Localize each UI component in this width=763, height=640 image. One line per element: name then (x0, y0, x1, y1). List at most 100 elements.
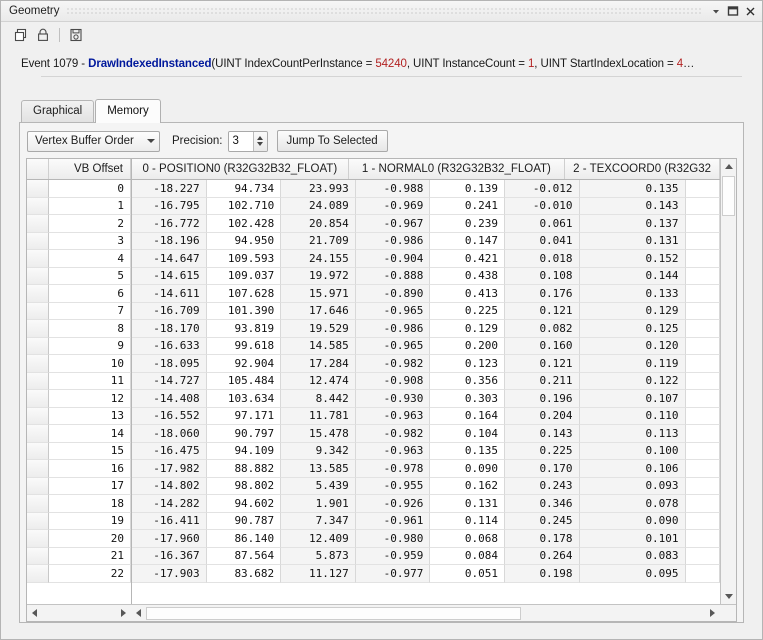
position0-cell-0[interactable]: -16.552 (132, 408, 207, 426)
vb-offset-cell[interactable]: 11 (49, 373, 131, 391)
normal0-cell-2[interactable]: 0.108 (505, 268, 580, 286)
position0-cell-0[interactable]: -17.903 (132, 565, 207, 583)
horizontal-scroll-track[interactable] (146, 606, 705, 621)
texcoord0-cell-0[interactable]: 0.093 (580, 478, 686, 496)
table-row[interactable]: -14.727105.48412.474-0.9080.3560.2110.12… (132, 373, 720, 391)
row-selector-cell[interactable] (27, 513, 49, 531)
table-row[interactable]: -14.28294.6021.901-0.9260.1310.3460.078 (132, 495, 720, 513)
position0-cell-1[interactable]: 105.484 (207, 373, 282, 391)
texcoord0-cell-0[interactable]: 0.131 (580, 233, 686, 251)
position0-cell-2[interactable]: 15.478 (281, 425, 356, 443)
texcoord0-cell-0[interactable]: 0.110 (580, 408, 686, 426)
position0-cell-0[interactable]: -16.795 (132, 198, 207, 216)
position0-cell-2[interactable]: 9.342 (281, 443, 356, 461)
table-row[interactable]: 4 (27, 250, 131, 268)
spin-up-icon[interactable] (257, 136, 263, 140)
normal0-cell-2[interactable]: 0.245 (505, 513, 580, 531)
vb-offset-cell[interactable]: 6 (49, 285, 131, 303)
table-row[interactable]: -16.36787.5645.873-0.9590.0840.2640.083 (132, 548, 720, 566)
normal0-cell-1[interactable]: 0.131 (430, 495, 505, 513)
vb-offset-cell[interactable]: 21 (49, 548, 131, 566)
jump-to-selected-button[interactable]: Jump To Selected (277, 130, 388, 152)
vertical-scroll-thumb[interactable] (722, 176, 735, 216)
position0-cell-0[interactable]: -17.982 (132, 460, 207, 478)
texcoord0-cell-0[interactable]: 0.133 (580, 285, 686, 303)
normal0-cell-2[interactable]: 0.211 (505, 373, 580, 391)
normal0-cell-1[interactable]: 0.139 (430, 180, 505, 198)
spin-down-icon[interactable] (257, 142, 263, 146)
table-row[interactable]: -16.41190.7877.347-0.9610.1140.2450.090 (132, 513, 720, 531)
position0-cell-0[interactable]: -14.282 (132, 495, 207, 513)
normal0-cell-1[interactable]: 0.051 (430, 565, 505, 583)
table-row[interactable]: 15 (27, 443, 131, 461)
position0-cell-1[interactable]: 94.950 (207, 233, 282, 251)
duplicate-icon[interactable] (10, 24, 32, 46)
normal0-cell-0[interactable]: -0.888 (356, 268, 431, 286)
table-row[interactable]: -18.06090.79715.478-0.9820.1040.1430.113 (132, 425, 720, 443)
texcoord0-cell-0[interactable]: 0.107 (580, 390, 686, 408)
table-row[interactable]: 1 (27, 198, 131, 216)
precision-stepper[interactable]: 3 (228, 131, 268, 152)
normal0-cell-0[interactable]: -0.965 (356, 338, 431, 356)
vb-offset-cell[interactable]: 7 (49, 303, 131, 321)
vb-offset-cell[interactable]: 1 (49, 198, 131, 216)
table-row[interactable]: -18.22794.73423.993-0.9880.139-0.0120.13… (132, 180, 720, 198)
position0-cell-1[interactable]: 83.682 (207, 565, 282, 583)
row-selector-cell[interactable] (27, 250, 49, 268)
table-row[interactable]: -14.647109.59324.155-0.9040.4210.0180.15… (132, 250, 720, 268)
save-icon[interactable] (65, 24, 87, 46)
normal0-cell-0[interactable]: -0.967 (356, 215, 431, 233)
vb-offset-cell[interactable]: 2 (49, 215, 131, 233)
vb-offset-cell[interactable]: 10 (49, 355, 131, 373)
position0-cell-2[interactable]: 1.901 (281, 495, 356, 513)
position0-cell-0[interactable]: -16.475 (132, 443, 207, 461)
normal0-cell-2[interactable]: 0.264 (505, 548, 580, 566)
texcoord0-cell-0[interactable]: 0.106 (580, 460, 686, 478)
normal0-cell-2[interactable]: 0.170 (505, 460, 580, 478)
normal0-cell-0[interactable]: -0.963 (356, 408, 431, 426)
vb-offset-cell[interactable]: 17 (49, 478, 131, 496)
texcoord0-cell-0[interactable]: 0.113 (580, 425, 686, 443)
position0-cell-2[interactable]: 5.873 (281, 548, 356, 566)
position0-cell-2[interactable]: 7.347 (281, 513, 356, 531)
position0-cell-1[interactable]: 86.140 (207, 530, 282, 548)
normal0-cell-1[interactable]: 0.084 (430, 548, 505, 566)
table-row[interactable]: -16.55297.17111.781-0.9630.1640.2040.110 (132, 408, 720, 426)
scroll-up-button[interactable] (721, 159, 736, 174)
position0-cell-0[interactable]: -18.227 (132, 180, 207, 198)
vb-offset-cell[interactable]: 15 (49, 443, 131, 461)
texcoord0-cell-0[interactable]: 0.120 (580, 338, 686, 356)
texcoord0-cell-0[interactable]: 0.100 (580, 443, 686, 461)
texcoord0-cell-0[interactable]: 0.078 (580, 495, 686, 513)
normal0-cell-2[interactable]: 0.176 (505, 285, 580, 303)
table-row[interactable]: 17 (27, 478, 131, 496)
table-row[interactable]: -16.63399.61814.585-0.9650.2000.1600.120 (132, 338, 720, 356)
position0-cell-0[interactable]: -16.709 (132, 303, 207, 321)
normal0-cell-0[interactable]: -0.908 (356, 373, 431, 391)
vb-offset-cell[interactable]: 9 (49, 338, 131, 356)
normal0-cell-0[interactable]: -0.986 (356, 320, 431, 338)
normal0-cell-0[interactable]: -0.982 (356, 355, 431, 373)
scroll-left-button[interactable] (131, 606, 146, 621)
normal0-cell-2[interactable]: 0.082 (505, 320, 580, 338)
normal0-cell-1[interactable]: 0.241 (430, 198, 505, 216)
texcoord0-cell-0[interactable]: 0.129 (580, 303, 686, 321)
vb-offset-cell[interactable]: 16 (49, 460, 131, 478)
normal0-cell-2[interactable]: 0.204 (505, 408, 580, 426)
table-row[interactable]: -16.709101.39017.646-0.9650.2250.1210.12… (132, 303, 720, 321)
lock-icon[interactable] (32, 24, 54, 46)
table-row[interactable]: 20 (27, 530, 131, 548)
normal0-cell-2[interactable]: 0.225 (505, 443, 580, 461)
position0-cell-0[interactable]: -18.196 (132, 233, 207, 251)
normal0-cell-2[interactable]: 0.243 (505, 478, 580, 496)
normal0-cell-1[interactable]: 0.123 (430, 355, 505, 373)
titlebar-drag-handle[interactable] (66, 6, 702, 16)
normal0-cell-1[interactable]: 0.356 (430, 373, 505, 391)
fixed-pane-hscrollbar[interactable] (27, 605, 131, 621)
position0-cell-1[interactable]: 102.428 (207, 215, 282, 233)
texcoord0-cell-0[interactable]: 0.125 (580, 320, 686, 338)
normal0-cell-1[interactable]: 0.225 (430, 303, 505, 321)
normal0-cell-2[interactable]: -0.010 (505, 198, 580, 216)
position0-cell-1[interactable]: 109.037 (207, 268, 282, 286)
texcoord0-cell-0[interactable]: 0.143 (580, 198, 686, 216)
